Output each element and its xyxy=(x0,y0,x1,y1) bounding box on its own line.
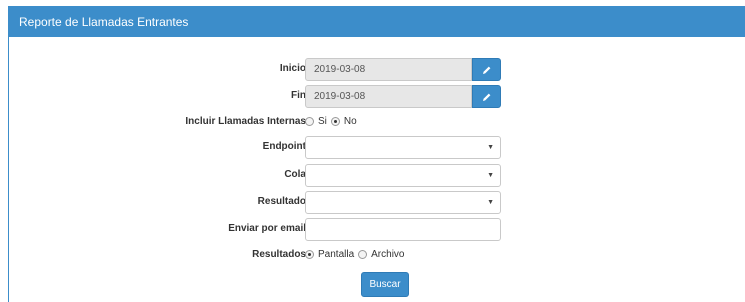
row-incluir: Incluir Llamadas Internas Si No xyxy=(9,114,745,138)
resultados-pantalla-radio[interactable] xyxy=(305,250,314,259)
incluir-si-label: Si xyxy=(318,116,327,127)
report-panel: Reporte de Llamadas Entrantes Inicio 201… xyxy=(8,6,745,302)
inicio-date-field[interactable]: 2019-03-08 xyxy=(305,58,472,81)
row-endpoint: Endpoint ▼ xyxy=(9,136,745,160)
chevron-down-icon: ▼ xyxy=(487,172,494,179)
endpoint-label: Endpoint xyxy=(262,141,306,152)
resultado-select[interactable]: ▼ xyxy=(305,191,501,214)
incluir-label: Incluir Llamadas Internas xyxy=(185,116,306,127)
pencil-icon xyxy=(482,93,490,101)
pencil-icon xyxy=(482,66,490,74)
row-cola: Cola ▼ xyxy=(9,164,745,188)
resultados-pantalla-label: Pantalla xyxy=(318,249,355,260)
resultados-radio-group: Pantalla Archivo xyxy=(305,249,405,260)
fin-edit-button[interactable] xyxy=(472,85,501,108)
resultados-label: Resultados xyxy=(252,249,306,260)
report-form: Inicio 2019-03-08 Fin 2019-03-08 Incluir… xyxy=(9,7,745,302)
inicio-label: Inicio xyxy=(279,63,306,74)
incluir-si-radio[interactable] xyxy=(305,117,314,126)
fin-label: Fin xyxy=(291,90,306,101)
resultados-archivo-radio[interactable] xyxy=(358,250,368,259)
cola-select[interactable]: ▼ xyxy=(305,164,501,187)
row-inicio: Inicio 2019-03-08 xyxy=(9,58,745,82)
incluir-no-radio[interactable] xyxy=(330,117,340,126)
resultado-label: Resultado xyxy=(257,196,306,207)
email-field[interactable] xyxy=(305,218,501,241)
chevron-down-icon: ▼ xyxy=(487,199,494,206)
endpoint-select[interactable]: ▼ xyxy=(305,136,501,159)
row-email: Enviar por email xyxy=(9,218,745,242)
incluir-no-label: No xyxy=(343,116,357,127)
row-resultado: Resultado ▼ xyxy=(9,191,745,215)
email-label: Enviar por email xyxy=(228,223,306,234)
resultados-archivo-label: Archivo xyxy=(371,249,405,260)
row-resultados: Resultados Pantalla Archivo xyxy=(9,247,745,271)
cola-label: Cola xyxy=(284,169,306,180)
buscar-button[interactable]: Buscar xyxy=(361,272,409,297)
incluir-radio-group: Si No xyxy=(305,116,357,127)
row-fin: Fin 2019-03-08 xyxy=(9,85,745,109)
inicio-edit-button[interactable] xyxy=(472,58,501,81)
chevron-down-icon: ▼ xyxy=(487,144,494,151)
fin-date-field[interactable]: 2019-03-08 xyxy=(305,85,472,108)
